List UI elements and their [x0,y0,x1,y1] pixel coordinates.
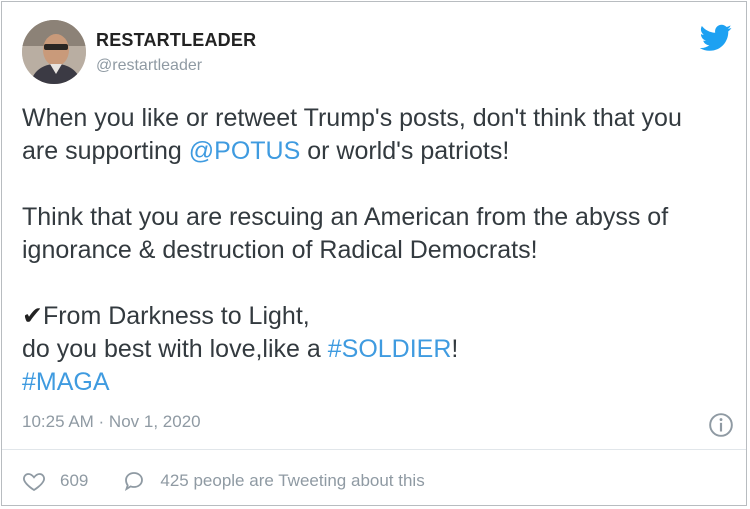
avatar-image [22,20,86,84]
tweet-meta: 10:25 AM · Nov 1, 2020 [22,412,734,440]
mention-link[interactable]: @POTUS [189,137,301,165]
tweet-text: When you like or retweet Trump's posts, … [22,102,734,399]
tweet-actions: 609 425 people are Tweeting about this [22,467,459,495]
conversation-button[interactable]: 425 people are Tweeting about this [122,469,425,493]
tweet-line: do you best with love,like a [22,335,328,363]
user-handle[interactable]: @restartleader [96,57,256,75]
like-button[interactable]: 609 [22,469,88,493]
tweet-paragraph-1: When you like or retweet Trump's posts, … [22,102,734,168]
tweet-line: or world's patriots! [300,137,510,165]
tweet-header: RESTARTLEADER @restartleader [22,20,732,90]
avatar[interactable] [22,20,86,84]
speech-bubble-icon [125,472,144,492]
twitter-bird-icon[interactable] [700,24,732,52]
display-name[interactable]: RESTARTLEADER [96,30,256,51]
heart-icon [23,473,45,492]
tweet-line: ! [451,335,459,363]
tweet-line: are supporting [22,137,189,165]
tweet-paragraph-3: ✔From Darkness to Light, do you best wit… [22,300,734,399]
checkmark-icon: ✔ [22,302,43,330]
like-count: 609 [60,471,89,490]
tweeting-about-text: 425 people are Tweeting about this [160,471,425,490]
tweet-line: From Darkness to Light, [42,302,310,330]
tweet-paragraph-2: Think that you are rescuing an American … [22,203,669,264]
timestamp[interactable]: 10:25 AM · Nov 1, 2020 [22,412,201,431]
hashtag-link[interactable]: #SOLDIER [328,335,452,363]
info-icon[interactable] [708,412,734,438]
hashtag-link[interactable]: #MAGA [22,368,110,396]
tweet-card: RESTARTLEADER @restartleader When you li… [1,1,747,506]
tweet-line: When you like or retweet Trump's posts, … [22,104,682,132]
divider [2,449,746,450]
